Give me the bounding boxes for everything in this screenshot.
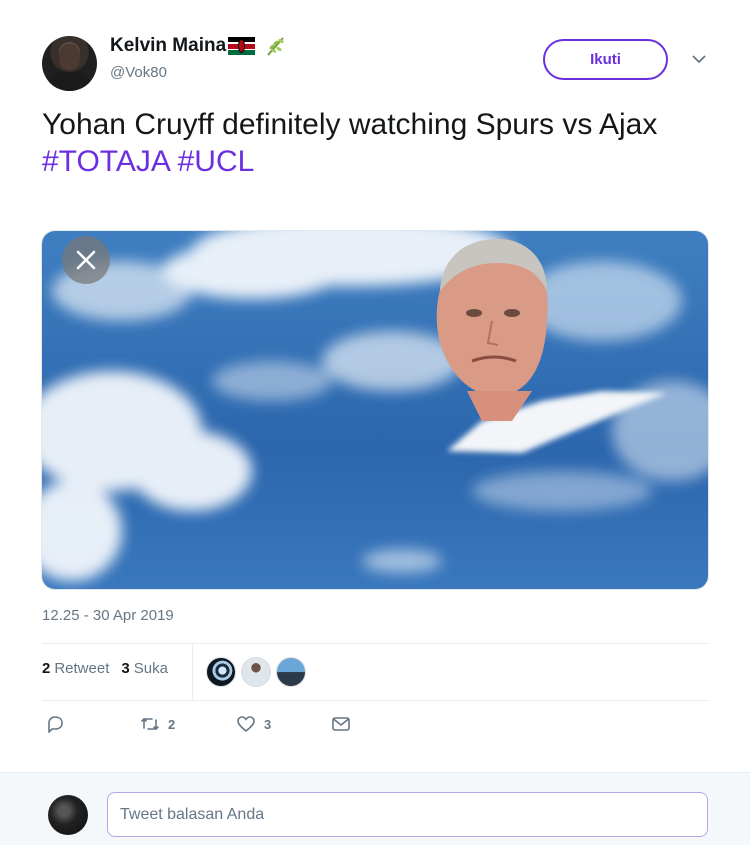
- tweet-media-image[interactable]: [41, 230, 709, 590]
- hashtag-link[interactable]: #TOTAJA: [42, 145, 169, 178]
- sky-photo: [42, 231, 708, 589]
- tweet-actions: 2 3: [0, 714, 750, 738]
- envelope-icon: [332, 717, 350, 731]
- chevron-down-icon[interactable]: [688, 48, 710, 70]
- tweet-timestamp[interactable]: 12.25 - 30 Apr 2019: [42, 607, 174, 624]
- like-count: 3: [264, 716, 272, 732]
- message-button[interactable]: [331, 714, 351, 734]
- like-stat-count: 3: [121, 660, 130, 677]
- reply-button[interactable]: [45, 714, 65, 734]
- retweet-stat[interactable]: 2 Retweet: [42, 660, 109, 677]
- tweet-body: Yohan Cruyff definitely watching Spurs v…: [42, 108, 658, 141]
- author-name-row[interactable]: Kelvin Maina: [110, 34, 288, 58]
- author-avatar[interactable]: [42, 36, 97, 91]
- author-display-name[interactable]: Kelvin Maina: [110, 35, 226, 57]
- reply-input[interactable]: Tweet balasan Anda: [107, 792, 708, 837]
- liker-avatars: [206, 657, 311, 687]
- retweet-count: 2: [168, 716, 176, 732]
- tweet-text: Yohan Cruyff definitely watching Spurs v…: [42, 106, 682, 180]
- leaf-icon: [267, 37, 284, 56]
- liker-avatar[interactable]: [206, 657, 236, 687]
- retweet-button[interactable]: 2: [140, 714, 175, 734]
- current-user-avatar: [48, 795, 88, 835]
- like-stat-label: Suka: [133, 660, 168, 677]
- avatar-face: [59, 44, 80, 70]
- hashtag-link[interactable]: #UCL: [178, 145, 255, 178]
- like-stat[interactable]: 3 Suka: [121, 660, 168, 677]
- heart-icon: [237, 716, 255, 732]
- kenya-flag-icon: [228, 37, 256, 55]
- like-button[interactable]: 3: [236, 714, 271, 734]
- avatar-shirt: [48, 72, 91, 91]
- reply-icon: [48, 716, 63, 733]
- liker-avatar[interactable]: [241, 657, 271, 687]
- tweet-hashtags: #TOTAJA #UCL: [42, 143, 682, 180]
- follow-button[interactable]: Ikuti: [543, 39, 668, 80]
- retweet-icon: [141, 717, 159, 731]
- stats-separator: [192, 644, 193, 700]
- author-handle[interactable]: @Vok80: [110, 64, 167, 81]
- retweet-stat-count: 2: [42, 660, 51, 677]
- divider: [42, 643, 708, 644]
- close-media-button[interactable]: [62, 236, 110, 284]
- retweet-stat-label: Retweet: [54, 660, 110, 677]
- liker-avatar[interactable]: [276, 657, 306, 687]
- divider: [42, 700, 708, 701]
- tweet-stats: 2 Retweet 3 Suka: [42, 660, 180, 677]
- close-icon: [76, 250, 96, 270]
